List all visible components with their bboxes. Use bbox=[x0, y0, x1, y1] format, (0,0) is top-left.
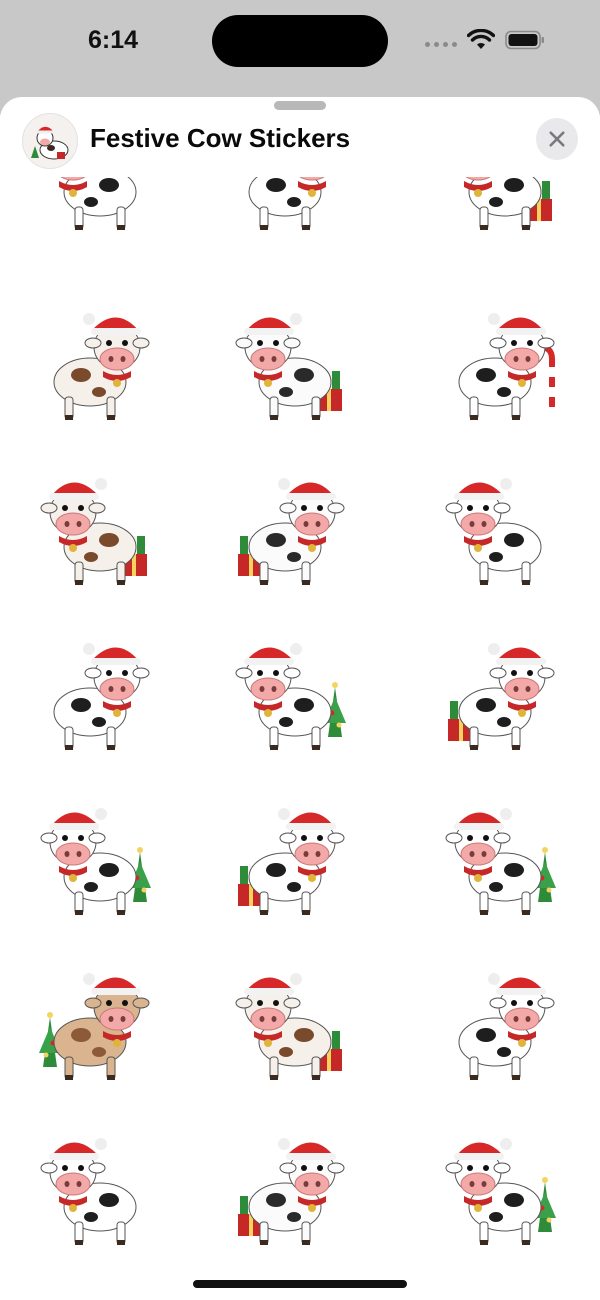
sticker-cow-big-scarf[interactable] bbox=[430, 957, 570, 1097]
sheet-title: Festive Cow Stickers bbox=[90, 123, 351, 153]
sheet-grabber[interactable] bbox=[274, 101, 326, 110]
sticker-grid[interactable] bbox=[0, 97, 600, 1300]
sticker-cow-bells-gifts[interactable] bbox=[220, 297, 360, 437]
sticker-cow-santa-sack[interactable] bbox=[220, 1122, 360, 1262]
sticker-cow-carrying-gift[interactable] bbox=[220, 462, 360, 602]
sticker-sheet: Festive Cow Stickers bbox=[0, 97, 600, 1300]
sticker-cow-goggles-gift[interactable] bbox=[220, 957, 360, 1097]
cellular-signal-icon bbox=[425, 42, 457, 47]
battery-icon bbox=[505, 30, 544, 50]
sticker-cow-ornament[interactable] bbox=[430, 462, 570, 602]
status-time: 6:14 bbox=[88, 26, 139, 54]
sticker-cow-tree[interactable] bbox=[220, 627, 360, 767]
home-indicator[interactable] bbox=[193, 1280, 407, 1288]
sticker-cow-snowy-trees[interactable] bbox=[430, 1122, 570, 1262]
close-button[interactable] bbox=[536, 118, 578, 160]
status-bar: 6:14 bbox=[0, 0, 600, 90]
close-icon bbox=[549, 131, 565, 147]
dynamic-island bbox=[212, 15, 388, 67]
wifi-icon bbox=[467, 29, 495, 49]
sticker-cow-present-pile[interactable] bbox=[220, 792, 360, 932]
sticker-cow-sweater-tree[interactable] bbox=[430, 792, 570, 932]
sticker-cow-sleigh-tree[interactable] bbox=[25, 792, 165, 932]
sticker-cow-sunglasses[interactable] bbox=[430, 627, 570, 767]
sticker-cow-holly-hat[interactable] bbox=[25, 297, 165, 437]
sticker-cow-sitting-bow[interactable] bbox=[25, 957, 165, 1097]
sticker-cow-sleigh[interactable] bbox=[25, 1122, 165, 1262]
sticker-cow-dancing[interactable] bbox=[25, 627, 165, 767]
sheet-header: Festive Cow Stickers bbox=[0, 111, 600, 177]
sticker-cow-candy-cane[interactable] bbox=[430, 297, 570, 437]
app-icon bbox=[22, 113, 78, 169]
sticker-cow-wreath[interactable] bbox=[25, 462, 165, 602]
